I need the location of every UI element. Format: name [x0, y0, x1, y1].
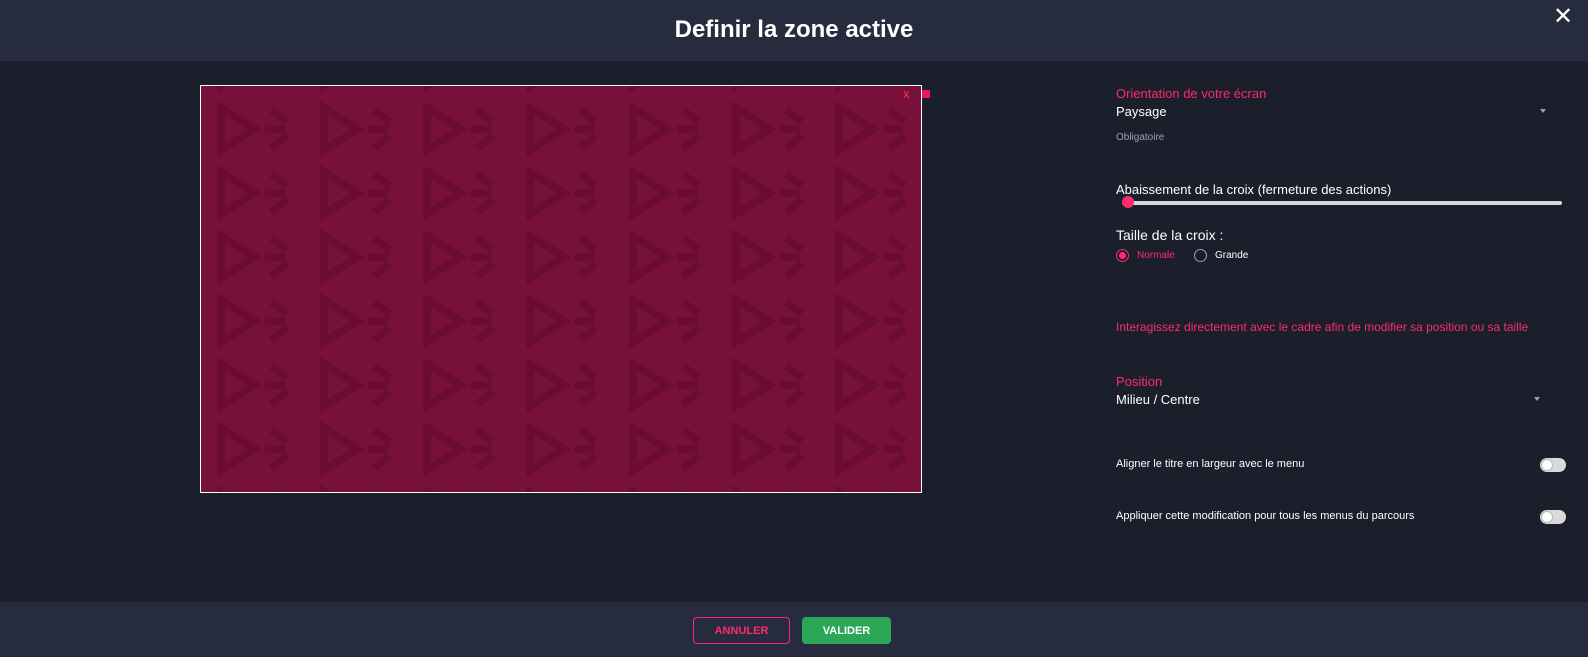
- orientation-helper: Obligatoire: [1116, 132, 1165, 143]
- cross-lowering-slider[interactable]: [1122, 196, 1562, 208]
- radio-grande[interactable]: Grande: [1194, 249, 1248, 262]
- validate-button[interactable]: VALIDER: [802, 617, 891, 644]
- instruction-text: Interagissez directement avec le cadre a…: [1116, 320, 1529, 334]
- zone-close-button[interactable]: x: [903, 86, 910, 101]
- radio-unchecked-icon: [1194, 249, 1207, 262]
- cross-lowering-label: Abaissement de la croix (fermeture des a…: [1116, 182, 1392, 197]
- position-select[interactable]: Milieu / Centre: [1116, 392, 1540, 407]
- settings-panel: Orientation de votre écran Paysage Oblig…: [1116, 0, 1566, 600]
- apply-all-label: Appliquer cette modification pour tous l…: [1116, 510, 1415, 522]
- position-value: Milieu / Centre: [1116, 392, 1200, 407]
- chevron-down-icon: [1540, 109, 1546, 113]
- orientation-label: Orientation de votre écran: [1116, 86, 1267, 101]
- align-title-toggle[interactable]: [1540, 458, 1566, 472]
- radio-label-normale: Normale: [1137, 250, 1175, 261]
- radio-label-grande: Grande: [1215, 250, 1249, 261]
- radio-checked-icon: [1116, 249, 1129, 262]
- background-pattern: [201, 86, 921, 492]
- orientation-value: Paysage: [1116, 104, 1167, 119]
- radio-normale[interactable]: Normale: [1116, 249, 1175, 262]
- orientation-select[interactable]: Paysage: [1116, 104, 1546, 119]
- toggle-knob: [1542, 512, 1552, 522]
- modal-footer: ANNULER VALIDER: [0, 602, 1588, 657]
- cross-size-label: Taille de la croix :: [1116, 227, 1224, 243]
- slider-thumb[interactable]: [1122, 196, 1134, 208]
- resize-handle[interactable]: [922, 90, 930, 98]
- toggle-knob: [1542, 460, 1552, 470]
- apply-all-toggle[interactable]: [1540, 510, 1566, 524]
- position-label: Position: [1116, 374, 1163, 389]
- active-zone-frame[interactable]: [200, 85, 922, 493]
- align-title-label: Aligner le titre en largeur avec le menu: [1116, 458, 1305, 470]
- chevron-down-icon: [1534, 397, 1540, 401]
- cancel-button[interactable]: ANNULER: [693, 617, 790, 644]
